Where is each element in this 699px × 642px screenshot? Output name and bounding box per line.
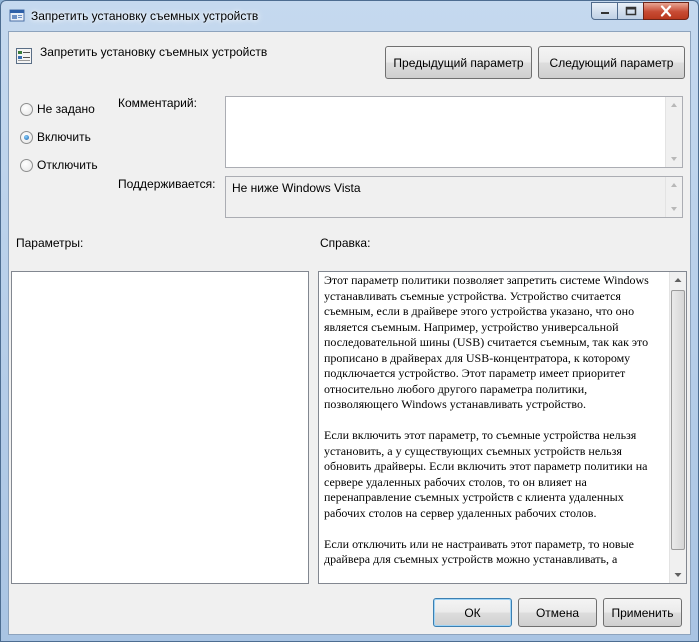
policy-editor-icon — [9, 8, 25, 24]
next-setting-button[interactable]: Следующий параметр — [538, 46, 685, 79]
radio-button-disabled[interactable] — [20, 158, 33, 172]
scroll-up-icon[interactable] — [666, 97, 682, 113]
radio-disabled[interactable]: Отключить — [20, 158, 98, 172]
policy-setting-icon — [16, 48, 32, 64]
close-button[interactable] — [643, 2, 689, 20]
window-title: Запретить установку съемных устройств — [31, 9, 259, 23]
policy-dialog-window: Запретить установку съемных устройств За… — [0, 0, 699, 642]
dialog-client-area: Запретить установку съемных устройств Пр… — [8, 31, 691, 635]
previous-setting-button[interactable]: Предыдущий параметр — [385, 46, 532, 79]
scroll-down-icon[interactable] — [666, 151, 682, 167]
radio-button-enabled[interactable] — [20, 130, 33, 144]
maximize-icon — [625, 6, 636, 16]
help-panel[interactable]: Этот параметр политики позволяет запрети… — [318, 271, 687, 584]
supported-scrollbar[interactable] — [665, 177, 682, 217]
supported-value: Не ниже Windows Vista — [232, 181, 361, 195]
help-scrollbar[interactable] — [669, 272, 686, 583]
help-text: Этот параметр политики позволяет запрети… — [324, 273, 664, 583]
cancel-button[interactable]: Отмена — [518, 598, 597, 627]
policy-name: Запретить установку съемных устройств — [40, 45, 268, 59]
close-icon — [660, 5, 672, 17]
comment-textarea[interactable] — [225, 96, 683, 168]
scroll-up-icon[interactable] — [666, 177, 682, 193]
scroll-thumb[interactable] — [671, 290, 685, 550]
help-paragraph: Если включить этот параметр, то съемные … — [324, 428, 648, 520]
title-bar[interactable]: Запретить установку съемных устройств — [1, 1, 698, 31]
scroll-down-icon[interactable] — [670, 567, 686, 583]
comment-scrollbar[interactable] — [665, 97, 682, 167]
radio-button-not-configured[interactable] — [20, 102, 33, 116]
options-label: Параметры: — [16, 236, 84, 250]
options-panel — [11, 271, 309, 584]
scroll-up-icon[interactable] — [670, 272, 686, 288]
minimize-icon — [600, 12, 609, 14]
radio-label-not-configured: Не задано — [37, 102, 95, 116]
supported-label: Поддерживается: — [118, 177, 216, 191]
scroll-down-icon[interactable] — [666, 201, 682, 217]
radio-not-configured[interactable]: Не задано — [20, 102, 95, 116]
minimize-button[interactable] — [591, 2, 618, 20]
help-paragraph: Если отключить или не настраивать этот п… — [324, 536, 634, 567]
ok-button[interactable]: ОК — [433, 598, 512, 627]
apply-button[interactable]: Применить — [603, 598, 682, 627]
radio-enabled[interactable]: Включить — [20, 130, 91, 144]
help-label: Справка: — [320, 236, 371, 250]
radio-label-enabled: Включить — [37, 130, 91, 144]
help-paragraph: Этот параметр политики позволяет запрети… — [324, 273, 649, 411]
comment-label: Комментарий: — [118, 96, 197, 110]
radio-label-disabled: Отключить — [37, 158, 98, 172]
maximize-button[interactable] — [617, 2, 644, 20]
supported-on-field: Не ниже Windows Vista — [225, 176, 683, 218]
